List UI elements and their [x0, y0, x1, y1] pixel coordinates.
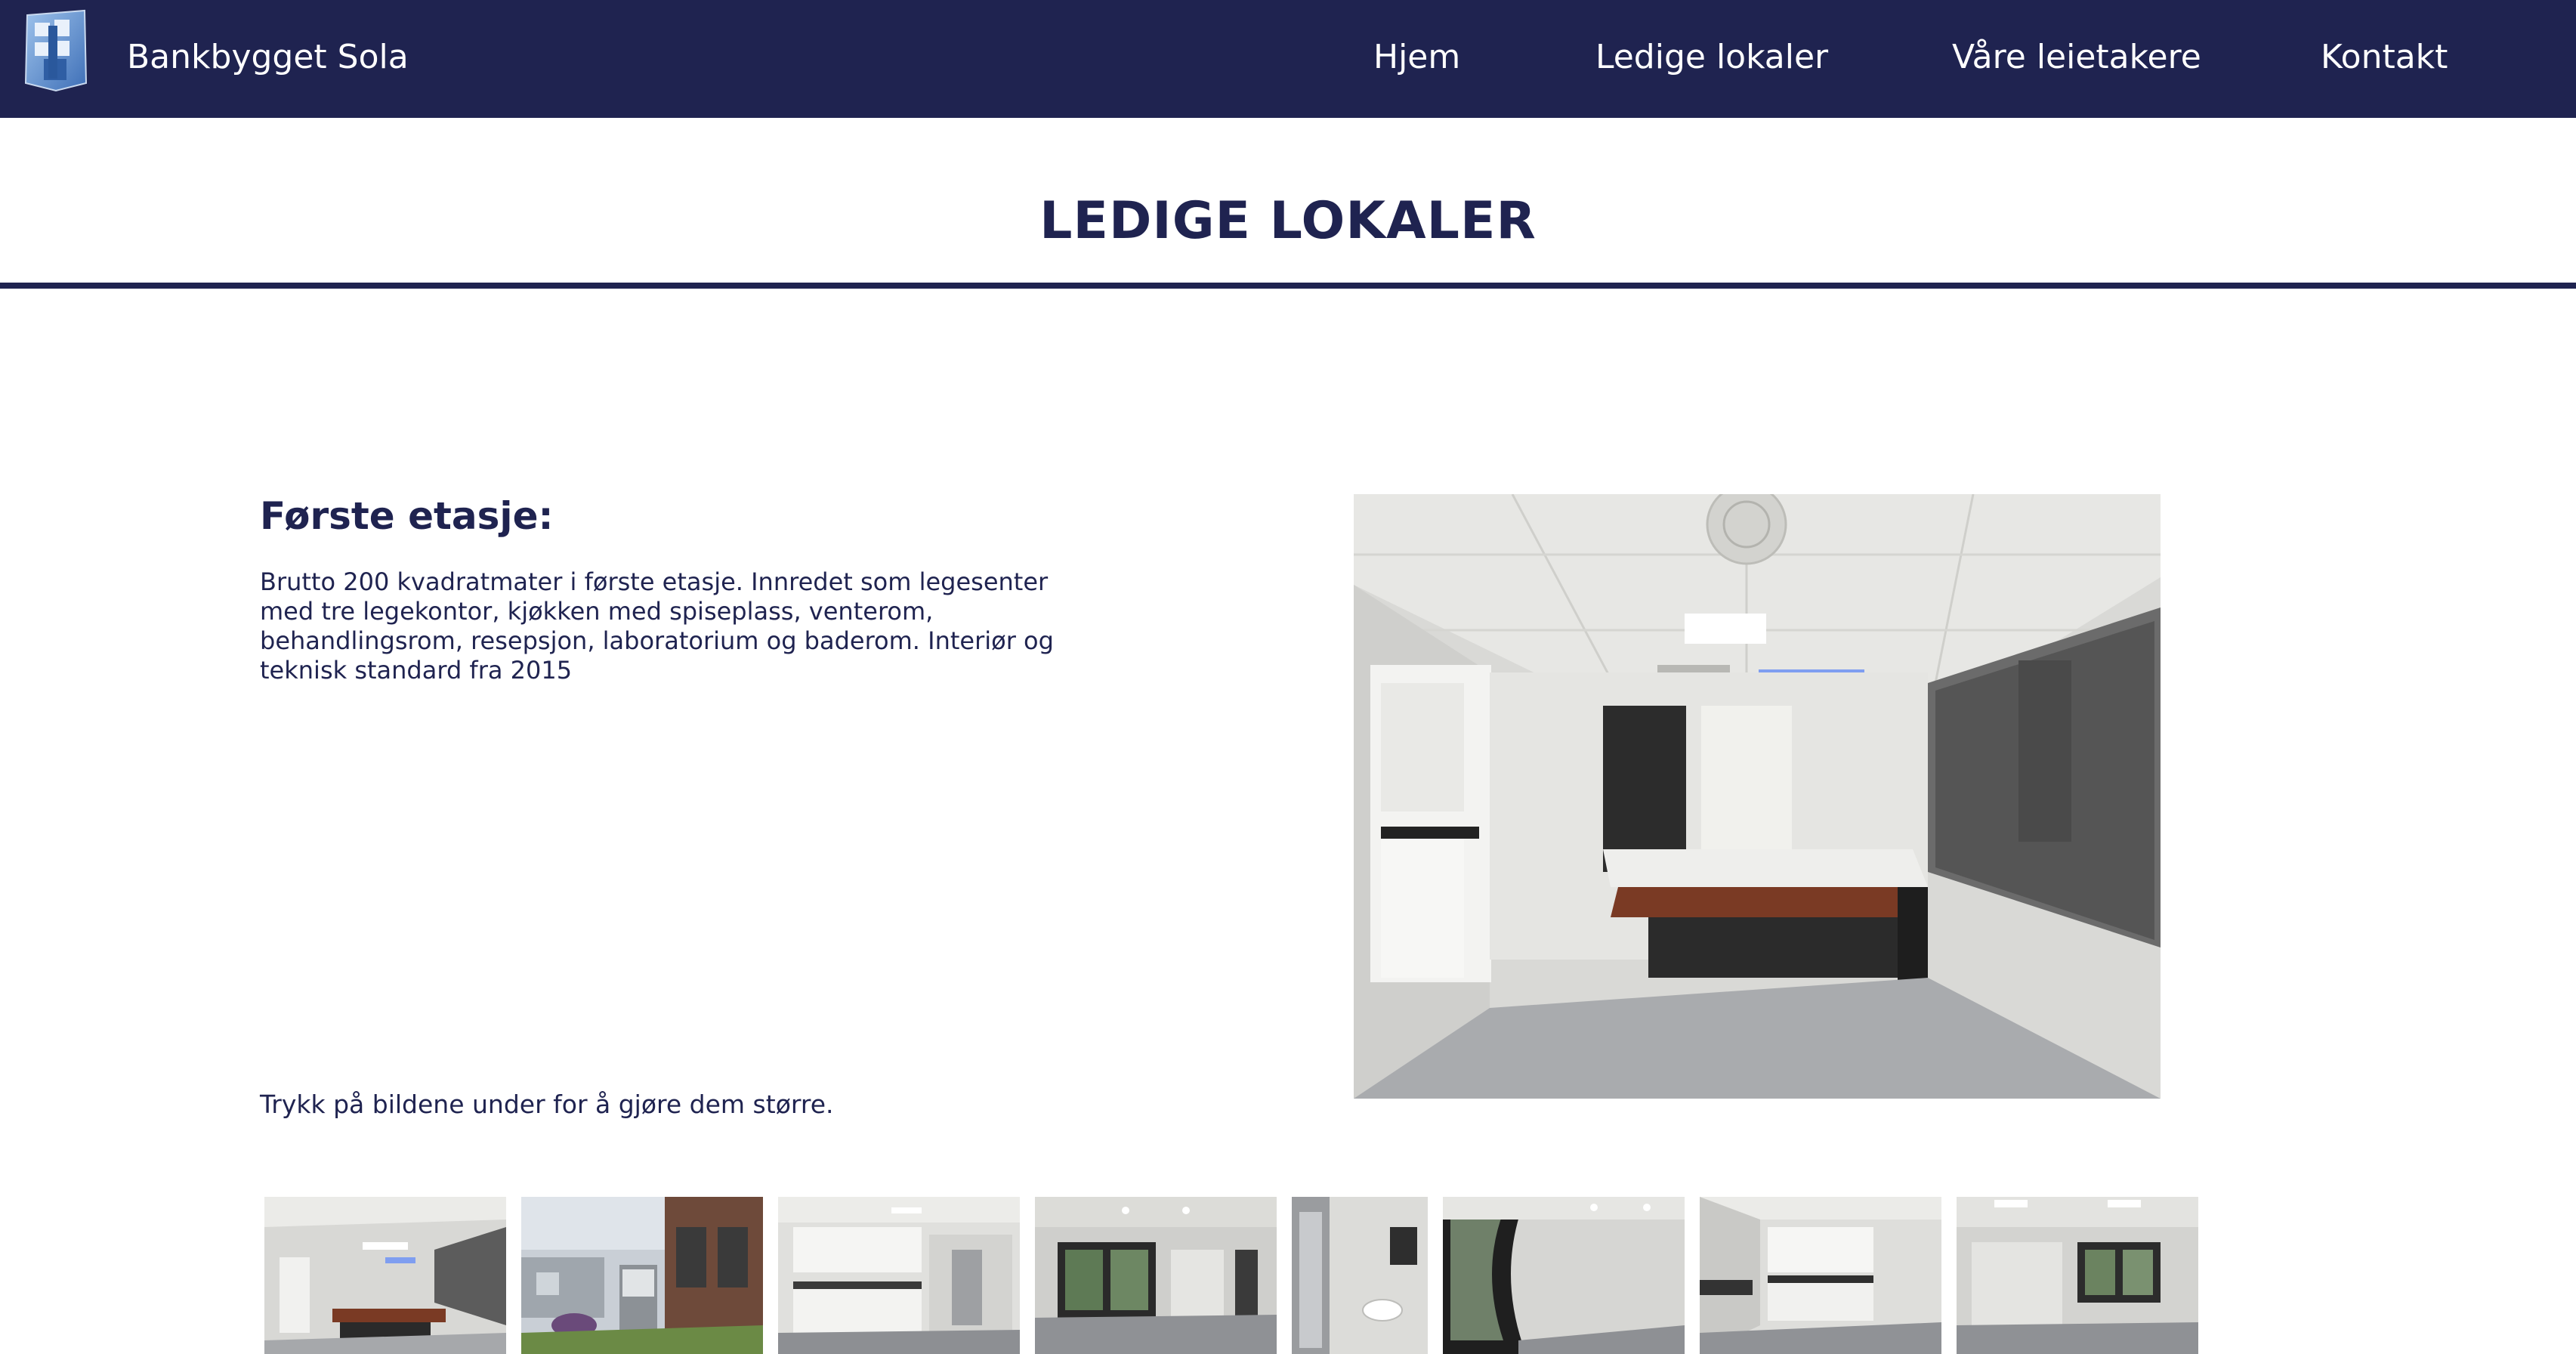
- section-heading: Første etasje:: [260, 494, 554, 538]
- gallery-thumbnail[interactable]: [521, 1197, 763, 1354]
- nav-item-ledige-lokaler[interactable]: Ledige lokaler: [1595, 36, 1828, 79]
- gallery-thumbnail[interactable]: [1957, 1197, 2198, 1354]
- gallery-thumbnail[interactable]: [264, 1197, 506, 1354]
- section-description: Brutto 200 kvadratmater i første etasje.…: [260, 567, 1054, 685]
- page-title: LEDIGE LOKALER: [1039, 191, 1537, 251]
- nav-item-vare-leietakere[interactable]: Våre leietakere: [1952, 36, 2201, 79]
- title-divider: [0, 283, 2576, 289]
- gallery-thumbnail[interactable]: [1035, 1197, 1277, 1354]
- gallery-thumbnail[interactable]: [1443, 1197, 1685, 1354]
- gallery-thumbnail[interactable]: [1700, 1197, 1941, 1354]
- main-room-photo: [1354, 494, 2161, 1099]
- nav-item-hjem[interactable]: Hjem: [1373, 36, 1460, 79]
- building-logo-icon[interactable]: [23, 9, 89, 94]
- nav-item-kontakt[interactable]: Kontakt: [2321, 36, 2448, 79]
- top-navbar: Bankbygget Sola Hjem Ledige lokaler Våre…: [0, 0, 2576, 118]
- site-brand[interactable]: Bankbygget Sola: [127, 36, 409, 79]
- gallery-hint: Trykk på bildene under for å gjøre dem s…: [260, 1090, 834, 1119]
- gallery-thumbnail[interactable]: [778, 1197, 1020, 1354]
- gallery-thumbnail[interactable]: [1292, 1197, 1428, 1354]
